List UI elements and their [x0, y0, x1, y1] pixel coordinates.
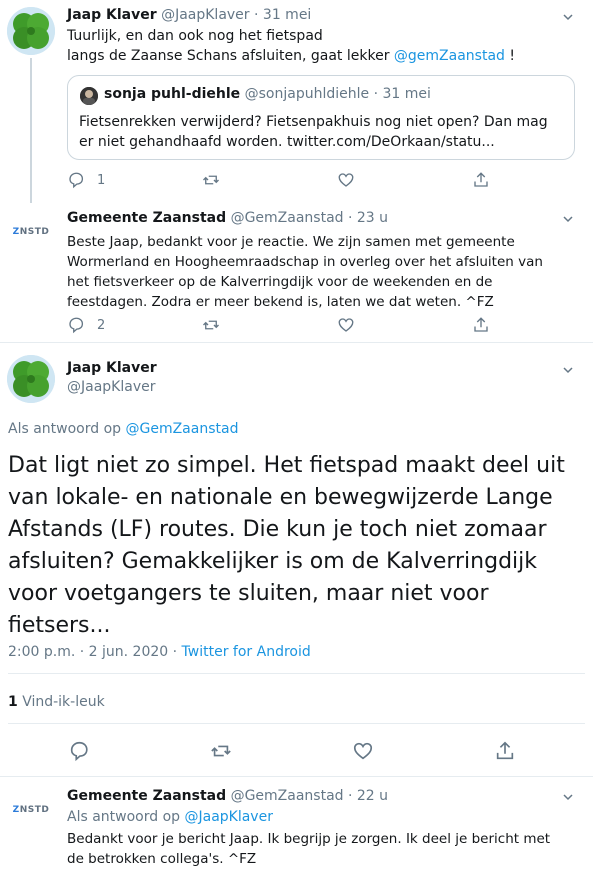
share-icon	[474, 172, 488, 187]
like-button[interactable]	[337, 316, 355, 334]
chevron-down-icon[interactable]	[562, 791, 574, 803]
tweet-text-line: Tuurlijk, en dan ook nog het fietspad	[67, 28, 323, 44]
divider	[0, 342, 593, 343]
avatar[interactable]: Z NSTD	[7, 208, 55, 256]
tweet-text-suffix: !	[504, 48, 515, 64]
like-button[interactable]	[352, 740, 374, 762]
clover-icon	[7, 7, 55, 55]
thread-line	[30, 58, 32, 203]
retweet-button[interactable]	[202, 171, 220, 189]
tweet-text-line: Wormerland en Hoogheemraadschap in overl…	[67, 254, 543, 270]
like-icon	[338, 173, 354, 187]
like-icon	[353, 742, 373, 760]
share-icon	[496, 741, 514, 760]
tweet-time[interactable]: · 31 mei	[254, 7, 311, 23]
share-button[interactable]	[472, 171, 490, 189]
tweet-text-line: de betrokken collega's. ^FZ	[67, 851, 257, 867]
likes-count: 1	[8, 694, 18, 710]
tweet-text-line: langs de Zaanse Schans afsluiten, gaat l…	[67, 48, 394, 64]
retweet-icon	[203, 175, 219, 185]
tweet-source-link[interactable]: Twitter for Android	[182, 644, 311, 660]
quote-text-line: er niet gehandhaafd worden. twitter.com/…	[79, 134, 495, 150]
reply-button[interactable]	[68, 740, 90, 762]
reply-to-link[interactable]: @JaapKlaver	[184, 809, 272, 825]
avatar[interactable]	[7, 7, 55, 55]
reply-count: 2	[97, 317, 106, 333]
tweet-text-line: van lokale- en nationale en bewegwijzerd…	[8, 485, 553, 510]
avatar-logo-rest: NSTD	[19, 227, 50, 237]
reply-button[interactable]: 1	[67, 171, 105, 189]
tweet-text-line: voor voetgangers te sluiten, maar niet v…	[8, 581, 489, 606]
tweet-text-line: Bedankt voor je bericht Jaap. Ik begrijp…	[67, 831, 551, 847]
likes-summary[interactable]: 1 Vind-ik-leuk	[8, 694, 105, 710]
tweet-text-line: Dat ligt niet zo simpel. Het fietspad ma…	[8, 453, 565, 478]
reply-icon	[69, 317, 84, 334]
avatar-logo-z: Z	[12, 227, 20, 237]
tweet-text-line: Beste Jaap, bedankt voor je reactie. We …	[67, 234, 515, 250]
tweet-text-line: afsluiten? Gemakkelijker is om de Kalver…	[8, 549, 538, 574]
retweet-button[interactable]	[202, 316, 220, 334]
avatar	[80, 87, 98, 105]
quote-author-name: sonja puhl-diehle	[104, 86, 241, 102]
author-name[interactable]: Gemeente Zaanstad	[67, 210, 226, 226]
mention-link[interactable]: @gemZaanstad	[394, 48, 505, 64]
retweet-icon	[203, 320, 219, 330]
reply-icon	[69, 172, 84, 189]
avatar-logo-z: Z	[12, 805, 20, 815]
reply-button[interactable]: 2	[67, 316, 105, 334]
author-handle[interactable]: @GemZaanstad	[231, 210, 344, 226]
retweet-icon	[211, 745, 231, 757]
author-name[interactable]: Gemeente Zaanstad	[67, 788, 226, 804]
reply-to-link[interactable]: @GemZaanstad	[125, 421, 238, 437]
tweet-text-line: fietsers...	[8, 613, 111, 638]
clover-icon	[7, 355, 55, 403]
chevron-down-icon[interactable]	[562, 213, 574, 225]
likes-label: Vind-ik-leuk	[17, 694, 105, 710]
quote-author-handle: @sonjapuhldiehle	[244, 86, 370, 102]
tweet-text-line: het fietsverkeer op de Kalverringdijk vo…	[67, 274, 493, 290]
share-icon	[474, 317, 488, 332]
divider	[0, 776, 593, 777]
quoted-tweet[interactable]: sonja puhl-diehle @sonjapuhldiehle · 31 …	[67, 75, 575, 160]
quote-text-line: Fietsenrekken verwijderd? Fietsenpakhuis…	[79, 114, 548, 130]
share-button[interactable]	[472, 316, 490, 334]
quote-time: · 31 mei	[373, 86, 431, 102]
avatar[interactable]	[7, 355, 55, 403]
avatar-logo-rest: NSTD	[19, 805, 50, 815]
reply-to-label: Als antwoord op	[8, 421, 126, 437]
avatar[interactable]: Z NSTD	[7, 786, 55, 834]
chevron-down-icon[interactable]	[562, 364, 574, 376]
reply-icon	[70, 741, 88, 762]
divider	[8, 723, 585, 724]
reply-count: 1	[97, 172, 106, 188]
tweet-time[interactable]: · 22 u	[348, 788, 388, 804]
author-handle[interactable]: @JaapKlaver	[161, 7, 249, 23]
reply-to-label: Als antwoord op	[67, 809, 185, 825]
retweet-button[interactable]	[210, 740, 232, 762]
tweet-text-line: feestdagen. Zodra er meer bekend is, lat…	[67, 294, 494, 310]
tweet-time[interactable]: · 23 u	[348, 210, 388, 226]
tweet-text: Dat ligt niet zo simpel. Het fietspad ma…	[8, 450, 588, 642]
like-button[interactable]	[337, 171, 355, 189]
chevron-down-icon[interactable]	[562, 11, 574, 23]
divider	[8, 673, 585, 674]
profile-photo-icon	[80, 87, 98, 105]
share-button[interactable]	[494, 740, 516, 762]
tweet-timestamp[interactable]: 2:00 p.m. · 2 jun. 2020 ·	[8, 644, 182, 660]
author-handle[interactable]: @GemZaanstad	[231, 788, 344, 804]
author-name[interactable]: Jaap Klaver	[67, 7, 157, 23]
author-name[interactable]: Jaap Klaver	[67, 360, 157, 376]
like-icon	[338, 318, 354, 332]
tweet-text-line: Afstands (LF) routes. Die kun je toch ni…	[8, 517, 547, 542]
author-handle[interactable]: @JaapKlaver	[67, 379, 157, 395]
